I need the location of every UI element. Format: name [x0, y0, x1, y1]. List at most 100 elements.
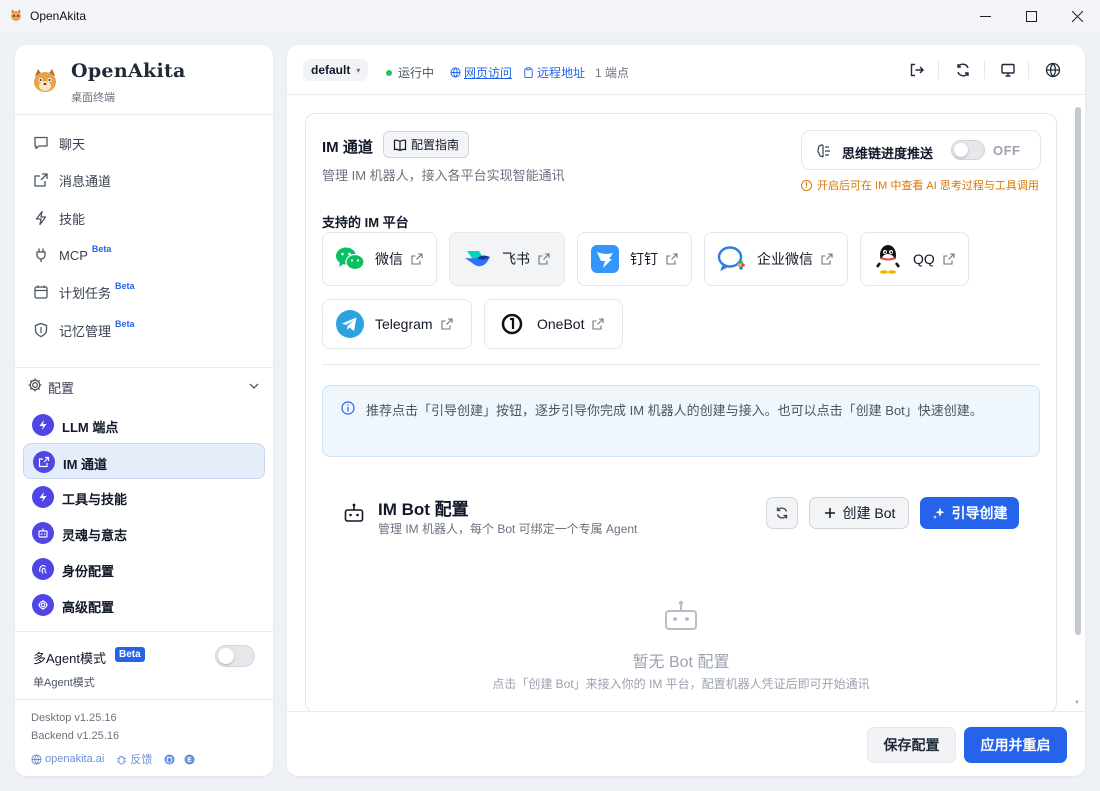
bolt-icon	[32, 414, 54, 436]
feedback-link-text: 反馈	[130, 754, 153, 766]
config-item-soul-will[interactable]: 灵魂与意志	[23, 515, 265, 551]
feedback-link[interactable]: 反馈	[116, 751, 158, 767]
robot-icon	[344, 503, 364, 522]
config-guide-label: 配置指南	[411, 138, 460, 152]
apply-restart-button[interactable]: 应用并重启	[964, 727, 1067, 763]
multi-agent-toggle[interactable]	[215, 645, 255, 667]
scrollbar-thumb[interactable]	[1075, 107, 1081, 635]
globe-icon	[450, 67, 461, 78]
refresh-button[interactable]	[953, 60, 973, 80]
platform-telegram[interactable]: Telegram	[322, 299, 472, 349]
apply-restart-label: 应用并重启	[980, 737, 1051, 753]
cot-push-hint-text: 开启后可在 IM 中查看 AI 思考过程与工具调用	[817, 180, 1039, 192]
sidebar: OpenAkita 桌面终端 聊天 消息通道 技能 MCP Beta 计划任务 …	[15, 45, 273, 776]
scroll-down-arrow[interactable]: ▼	[1074, 700, 1082, 706]
backend-version: Backend v1.25.16	[31, 730, 120, 742]
platform-name: QQ	[913, 251, 935, 267]
service-status: 运行中	[386, 64, 434, 81]
bot-config-title: IM Bot 配置	[378, 500, 469, 519]
external-link-icon	[441, 318, 453, 330]
monitor-icon	[1001, 63, 1015, 77]
beta-badge: Beta	[115, 647, 145, 662]
nav-item-chat[interactable]: 聊天	[33, 131, 85, 155]
robot-icon	[665, 600, 697, 630]
nav-item-mcp[interactable]: MCP Beta	[33, 243, 111, 267]
save-config-button[interactable]: 保存配置	[867, 727, 956, 763]
main-nav: 聊天 消息通道 技能 MCP Beta 计划任务 Beta 记忆管理 Beta	[15, 116, 273, 406]
website-link[interactable]: openakita.ai	[31, 753, 110, 765]
beta-badge: Beta	[115, 281, 135, 291]
web-access-link[interactable]: 网页访问	[450, 64, 512, 81]
refresh-bots-button[interactable]	[766, 497, 798, 529]
nav-item-skills[interactable]: 技能	[33, 206, 85, 230]
maximize-button[interactable]	[1008, 0, 1054, 32]
nav-item-label: 聊天	[59, 136, 86, 152]
language-button[interactable]	[1043, 60, 1063, 80]
qq-icon	[873, 244, 903, 274]
refresh-icon	[957, 63, 969, 77]
platform-wecom[interactable]: 企业微信	[704, 232, 848, 286]
community-icon	[184, 753, 195, 765]
config-guide-button[interactable]: 配置指南	[383, 131, 470, 158]
config-item-label: 工具与技能	[62, 492, 128, 507]
nav-item-scheduled[interactable]: 计划任务 Beta	[33, 280, 135, 304]
config-section-header[interactable]: 配置	[15, 367, 273, 397]
platform-name: 钉钉	[630, 251, 658, 267]
platform-dingtalk[interactable]: 钉钉	[577, 232, 692, 286]
status-text: 运行中	[398, 66, 435, 80]
empty-state-title: 暂无 Bot 配置	[632, 654, 730, 671]
workspace-select[interactable]: default ▾	[303, 59, 369, 81]
external-link-icon	[666, 253, 678, 265]
platforms-title: 支持的 IM 平台	[322, 215, 409, 230]
brain-icon	[817, 144, 830, 158]
nav-item-label: 技能	[59, 211, 86, 227]
plug-icon	[36, 248, 46, 262]
logout-button[interactable]	[907, 60, 927, 80]
nav-item-channels[interactable]: 消息通道	[33, 168, 111, 192]
warning-icon: !	[801, 179, 812, 191]
chevron-down-icon	[249, 383, 259, 389]
config-item-label: LLM 端点	[62, 420, 119, 435]
create-bot-button[interactable]: 创建 Bot	[809, 497, 909, 529]
window-titlebar: OpenAkita	[0, 0, 1100, 32]
website-link-text: openakita.ai	[45, 753, 105, 765]
create-bot-label: 创建 Bot	[842, 505, 896, 521]
wechat-icon	[335, 244, 365, 274]
remote-address-link[interactable]: 远程地址	[523, 64, 585, 81]
guided-create-button[interactable]: 引导创建	[920, 497, 1019, 529]
logout-icon	[910, 63, 924, 77]
cot-push-toggle[interactable]	[951, 140, 985, 160]
book-icon	[393, 139, 407, 151]
platform-name: 飞书	[502, 251, 530, 267]
multi-agent-section: 多Agent模式 Beta 单Agent模式	[15, 631, 273, 699]
robot-icon	[32, 522, 54, 544]
config-section-label: 配置	[48, 381, 75, 396]
config-item-tools-skills[interactable]: 工具与技能	[23, 479, 265, 515]
im-channel-card: IM 通道 配置指南 管理 IM 机器人，接入各平台实现智能通讯 思维链进度推送…	[305, 113, 1057, 713]
close-button[interactable]	[1054, 0, 1100, 32]
config-item-llm-endpoints[interactable]: LLM 端点	[23, 407, 265, 443]
version-info: Desktop v1.25.16 Backend v1.25.16 openak…	[15, 699, 273, 776]
nav-item-memory[interactable]: 记忆管理 Beta	[33, 318, 135, 342]
community-link[interactable]	[184, 753, 198, 765]
config-item-identity[interactable]: 身份配置	[23, 551, 265, 587]
dingtalk-icon	[590, 244, 620, 274]
config-item-label: 灵魂与意志	[62, 528, 128, 543]
config-item-advanced[interactable]: 高级配置	[23, 587, 265, 623]
display-button[interactable]	[998, 60, 1018, 80]
external-link-icon	[538, 253, 550, 265]
clipboard-icon	[524, 67, 533, 78]
platform-qq[interactable]: QQ	[860, 232, 969, 286]
platform-wechat[interactable]: 微信	[322, 232, 437, 286]
toolbar-divider	[938, 61, 939, 79]
section-title: IM 通道	[322, 139, 373, 156]
platform-feishu[interactable]: 飞书	[449, 232, 565, 286]
platform-onebot[interactable]: OneBot	[484, 299, 623, 349]
sparkles-icon	[932, 507, 944, 519]
refresh-icon	[776, 507, 788, 519]
config-item-im-channels[interactable]: IM 通道	[23, 443, 265, 479]
chevron-down-icon: ▾	[356, 65, 361, 75]
minimize-button[interactable]	[962, 0, 1008, 32]
cot-push-hint: ! 开启后可在 IM 中查看 AI 思考过程与工具调用	[801, 177, 1039, 193]
github-link[interactable]	[164, 753, 178, 765]
